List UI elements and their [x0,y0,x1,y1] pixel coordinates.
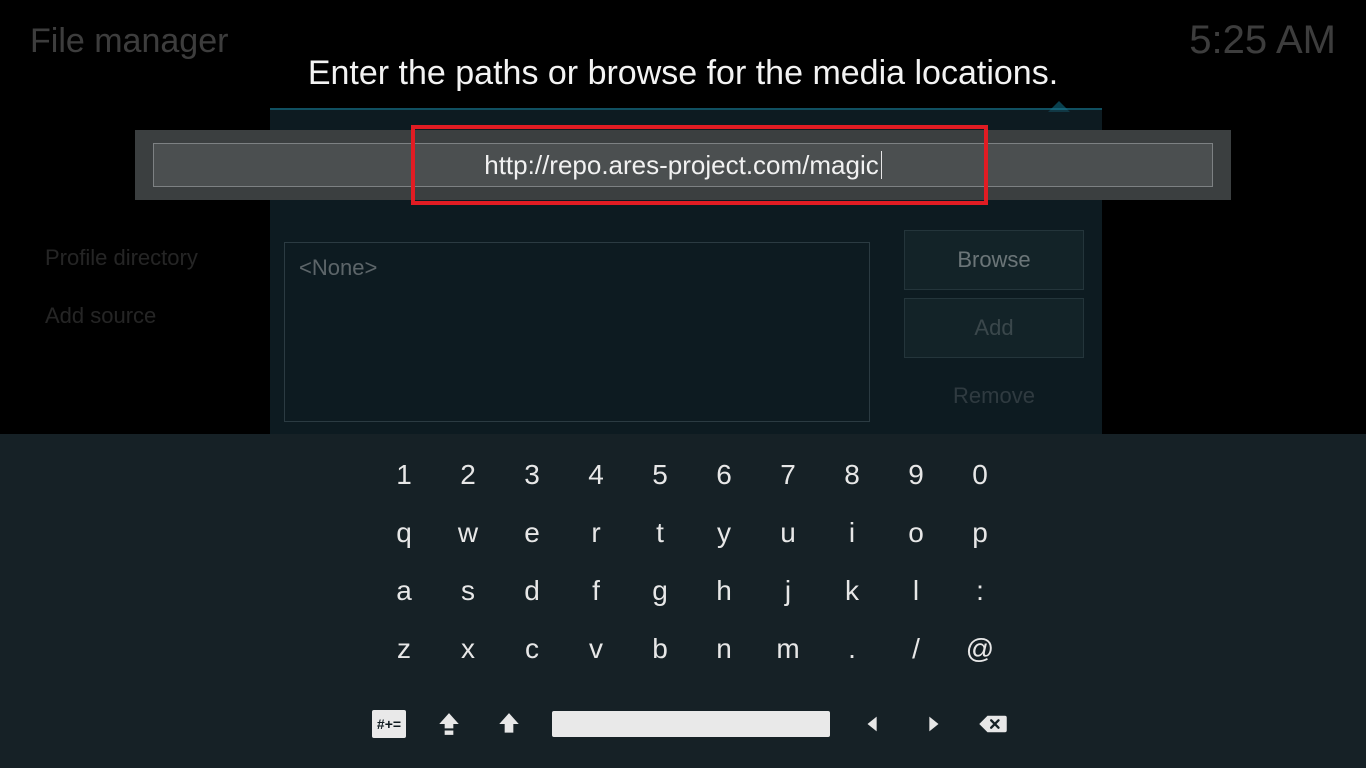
key-i[interactable]: i [820,504,884,562]
key-/[interactable]: / [884,620,948,678]
key-4[interactable]: 4 [564,446,628,504]
remove-button: Remove [904,366,1084,426]
text-cursor [881,151,882,179]
key-d[interactable]: d [500,562,564,620]
key-l[interactable]: l [884,562,948,620]
key-z[interactable]: z [372,620,436,678]
key-2[interactable]: 2 [436,446,500,504]
browse-button: Browse [904,230,1084,290]
key-c[interactable]: c [500,620,564,678]
key-j[interactable]: j [756,562,820,620]
key-b[interactable]: b [628,620,692,678]
key-5[interactable]: 5 [628,446,692,504]
key-7[interactable]: 7 [756,446,820,504]
caps-lock-key[interactable] [432,710,466,738]
key-r[interactable]: r [564,504,628,562]
key-f[interactable]: f [564,562,628,620]
key-s[interactable]: s [436,562,500,620]
key-@[interactable]: @ [948,620,1012,678]
key-m[interactable]: m [756,620,820,678]
arrow-right-key[interactable] [916,710,950,738]
key-o[interactable]: o [884,504,948,562]
key-v[interactable]: v [564,620,628,678]
key-grid: 1234567890 qwertyuiop asdfghjkl: zxcvbnm./@ [372,446,1012,678]
key-n[interactable]: n [692,620,756,678]
sidebar-item-add-source: Add source [45,303,156,329]
onscreen-keyboard: 1234567890 qwertyuiop asdfghjkl: zxcvbnm./@… [0,434,1366,768]
key-.[interactable]: . [820,620,884,678]
shift-key[interactable] [492,710,526,738]
key-u[interactable]: u [756,504,820,562]
source-list: <None> [284,242,870,422]
key-w[interactable]: w [436,504,500,562]
sidebar-item-profile-directory: Profile directory [45,245,198,271]
key-a[interactable]: a [372,562,436,620]
symbols-key[interactable]: #+= [372,710,406,738]
key-q[interactable]: q [372,504,436,562]
key-9[interactable]: 9 [884,446,948,504]
key-y[interactable]: y [692,504,756,562]
keyboard-bottom-row: #+= [372,710,1010,738]
key-3[interactable]: 3 [500,446,564,504]
space-key[interactable] [552,711,830,737]
key-x[interactable]: x [436,620,500,678]
dialog-instruction: Enter the paths or browse for the media … [0,54,1366,93]
key-8[interactable]: 8 [820,446,884,504]
key-0[interactable]: 0 [948,446,1012,504]
path-input[interactable]: http://repo.ares-project.com/magic [153,143,1213,187]
key-k[interactable]: k [820,562,884,620]
key-h[interactable]: h [692,562,756,620]
add-button: Add [904,298,1084,358]
key-e[interactable]: e [500,504,564,562]
key-:[interactable]: : [948,562,1012,620]
input-bar-container: http://repo.ares-project.com/magic [135,130,1231,200]
key-t[interactable]: t [628,504,692,562]
backspace-key[interactable] [976,710,1010,738]
key-p[interactable]: p [948,504,1012,562]
key-1[interactable]: 1 [372,446,436,504]
arrow-left-key[interactable] [856,710,890,738]
path-input-value: http://repo.ares-project.com/magic [484,150,879,181]
key-6[interactable]: 6 [692,446,756,504]
key-g[interactable]: g [628,562,692,620]
